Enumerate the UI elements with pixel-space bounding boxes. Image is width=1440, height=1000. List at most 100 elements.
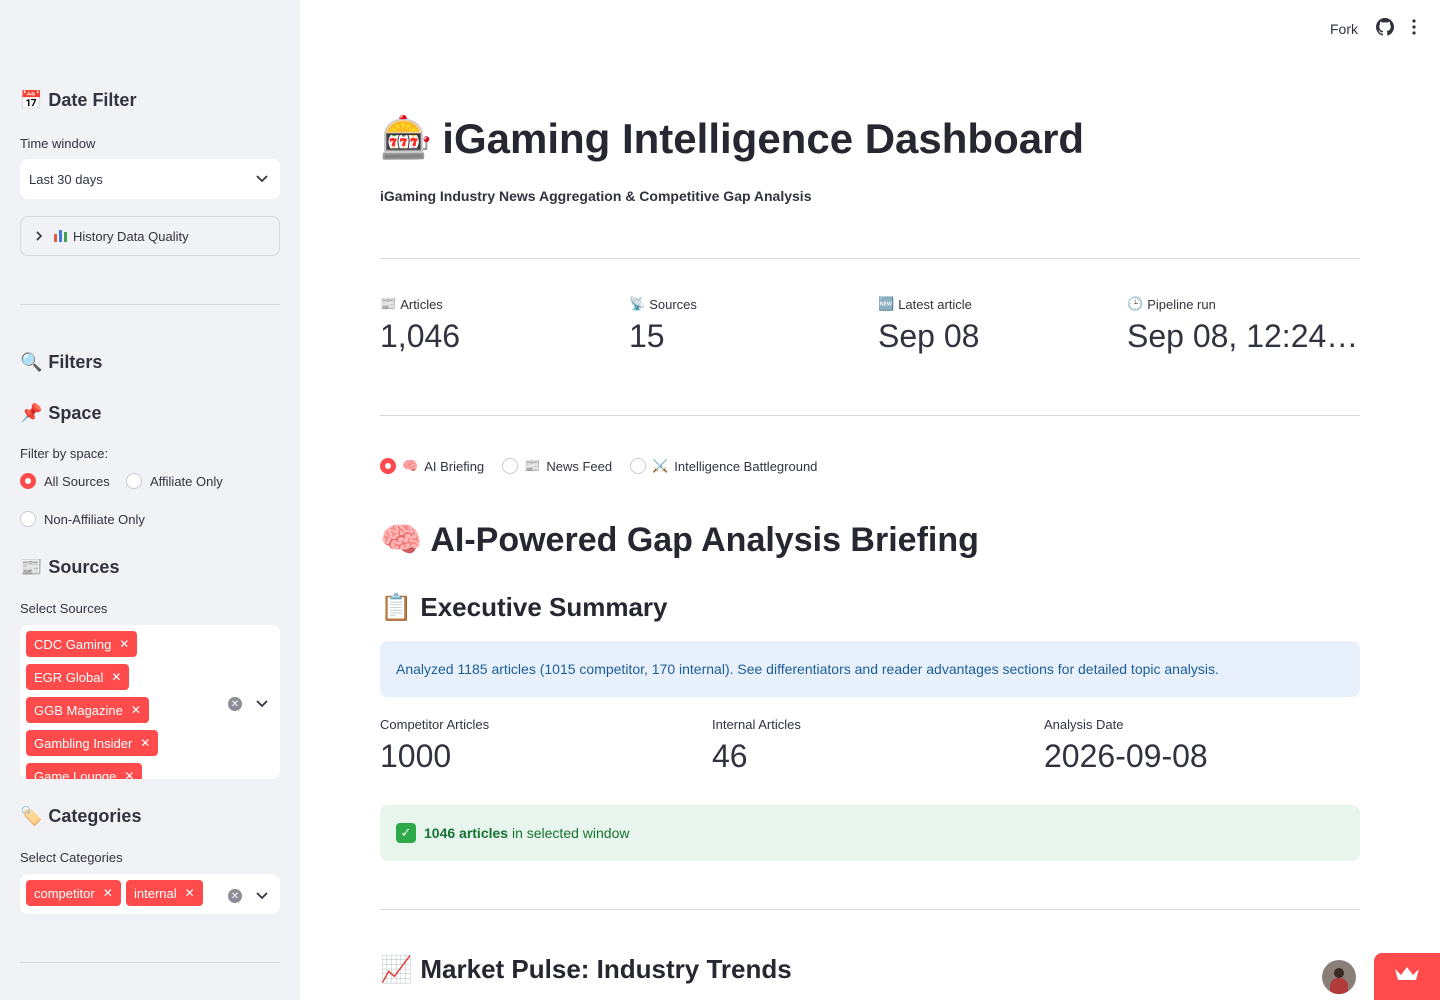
pushpin-icon: 📌 [20,403,43,423]
success-text: 1046 articles in selected window [424,825,629,841]
sidebar: 📅 Date Filter Time window Last 30 days H… [0,0,300,1000]
calendar-icon: 📅 [20,90,43,110]
stat-competitor-articles: Competitor Articles 1000 [380,717,489,775]
close-icon[interactable]: ✕ [111,670,121,684]
close-icon[interactable]: ✕ [131,703,141,717]
metric-label: Analysis Date [1044,717,1124,732]
metric-label: Latest article [898,296,972,312]
fork-button[interactable]: Fork [1330,21,1358,37]
stat-internal-articles: Internal Articles 46 [712,717,801,775]
briefing-title: AI-Powered Gap Analysis Briefing [430,520,979,559]
brain-icon: 🧠 [380,521,423,559]
divider [380,415,1360,416]
chip-cdc-gaming[interactable]: CDC Gaming ✕ [26,631,138,657]
categories-title: Categories [48,806,142,826]
tab-news-feed[interactable]: 📰 News Feed [502,458,612,474]
magnifier-icon: 🔍 [20,352,43,372]
more-vertical-icon[interactable] [1412,19,1416,38]
streamlit-crown-button[interactable] [1374,953,1440,1000]
chip-label: Gambling Insider [34,735,133,751]
info-text: Analyzed 1185 articles (1015 competitor,… [396,661,1219,677]
github-icon[interactable] [1376,18,1394,39]
chip-label: internal [134,885,177,901]
filter-by-space-label: Filter by space: [20,446,109,461]
metric-latest-article: 🆕 Latest article Sep 08 [878,296,979,355]
categories-multiselect[interactable]: competitor ✕ internal ✕ ✕ [20,874,280,914]
history-data-quality-expander[interactable]: History Data Quality [20,216,280,256]
chevron-down-icon [256,172,268,186]
market-pulse-heading: 📈 Market Pulse: Industry Trends [380,954,792,985]
date-filter-heading: 📅 Date Filter [20,90,136,111]
metric-value: 46 [712,738,748,774]
radio-unselected-icon [630,458,647,474]
page-title: 🎰 iGaming Intelligence Dashboard [380,114,1084,163]
avatar-head [1334,968,1344,978]
space-title: Space [48,403,102,423]
metric-value: 1000 [380,738,452,774]
clipboard-icon: 📋 [380,592,413,622]
close-icon[interactable]: ✕ [185,886,195,900]
chevron-down-icon[interactable] [256,887,268,905]
chevron-right-icon [35,229,43,244]
time-window-select[interactable]: Last 30 days [20,159,280,199]
view-radio-tabs: 🧠 AI Briefing 📰 News Feed ⚔️ Intelligenc… [380,458,817,474]
sources-heading: 📰 Sources [20,557,119,578]
radio-all-sources[interactable]: All Sources [20,473,110,489]
success-count: 1046 articles [424,825,509,841]
avatar[interactable] [1322,960,1356,994]
close-icon[interactable]: ✕ [124,769,134,779]
date-filter-title: Date Filter [48,90,137,110]
sidebar-divider [20,962,280,963]
clear-all-icon[interactable]: ✕ [228,889,242,903]
close-icon[interactable]: ✕ [103,886,113,900]
chip-egr-global[interactable]: EGR Global ✕ [26,664,130,690]
tab-ai-briefing[interactable]: 🧠 AI Briefing [380,458,484,474]
check-icon: ✓ [396,823,416,843]
executive-summary-title: Executive Summary [420,592,668,622]
info-alert: Analyzed 1185 articles (1015 competitor,… [380,641,1360,697]
app-toolbar: Fork [1330,18,1416,39]
chip-ggb-magazine[interactable]: GGB Magazine ✕ [26,697,149,723]
page-subtitle: iGaming Industry News Aggregation & Comp… [380,188,812,204]
metric-label: Articles [400,296,443,312]
avatar-body [1330,978,1348,994]
tab-intelligence-battleground[interactable]: ⚔️ Intelligence Battleground [630,458,817,474]
radio-label: Non-Affiliate Only [44,511,145,527]
metric-label: Competitor Articles [380,717,490,732]
radio-selected-icon [380,458,396,474]
time-window-value: Last 30 days [29,171,103,187]
categories-heading: 🏷️ Categories [20,806,141,827]
metric-label: Sources [649,296,697,312]
radio-non-affiliate-only[interactable]: Non-Affiliate Only [20,511,145,527]
chevron-down-icon[interactable] [256,695,268,713]
crown-icon [1394,966,1420,987]
space-heading: 📌 Space [20,403,101,424]
bar-chart-icon [53,228,69,245]
select-sources-label: Select Sources [20,601,108,616]
close-icon[interactable]: ✕ [119,637,129,651]
clear-all-icon[interactable]: ✕ [228,697,242,711]
sources-multiselect[interactable]: CDC Gaming ✕ EGR Global ✕ GGB Magazine ✕ Ga… [20,625,280,779]
chip-label: CDC Gaming [34,636,112,652]
select-categories-label: Select Categories [20,850,123,865]
newspaper-icon: 📰 [20,557,43,577]
chart-increasing-icon: 📈 [380,954,413,984]
radio-affiliate-only[interactable]: Affiliate Only [126,473,223,489]
chip-label: GGB Magazine [34,702,123,718]
success-alert: ✓ 1046 articles in selected window [380,805,1360,861]
new-icon: 🆕 [878,296,895,311]
sidebar-divider [20,304,280,305]
chip-game-lounge[interactable]: Game Lounge ✕ [26,763,143,780]
metric-articles: 📰 Articles 1,046 [380,296,460,355]
radio-selected-icon [20,473,36,489]
chip-competitor[interactable]: competitor ✕ [26,880,121,906]
chip-label: Game Lounge [34,768,117,780]
metric-value: Sep 08, 12:24… [1127,318,1359,354]
chip-internal[interactable]: internal ✕ [126,880,203,906]
briefing-heading: 🧠 AI-Powered Gap Analysis Briefing [380,520,979,560]
tab-label: News Feed [546,458,613,474]
metric-value: Sep 08 [878,318,980,354]
close-icon[interactable]: ✕ [140,736,150,750]
newspaper-icon: 📰 [524,458,541,473]
chip-gambling-insider[interactable]: Gambling Insider ✕ [26,730,159,756]
